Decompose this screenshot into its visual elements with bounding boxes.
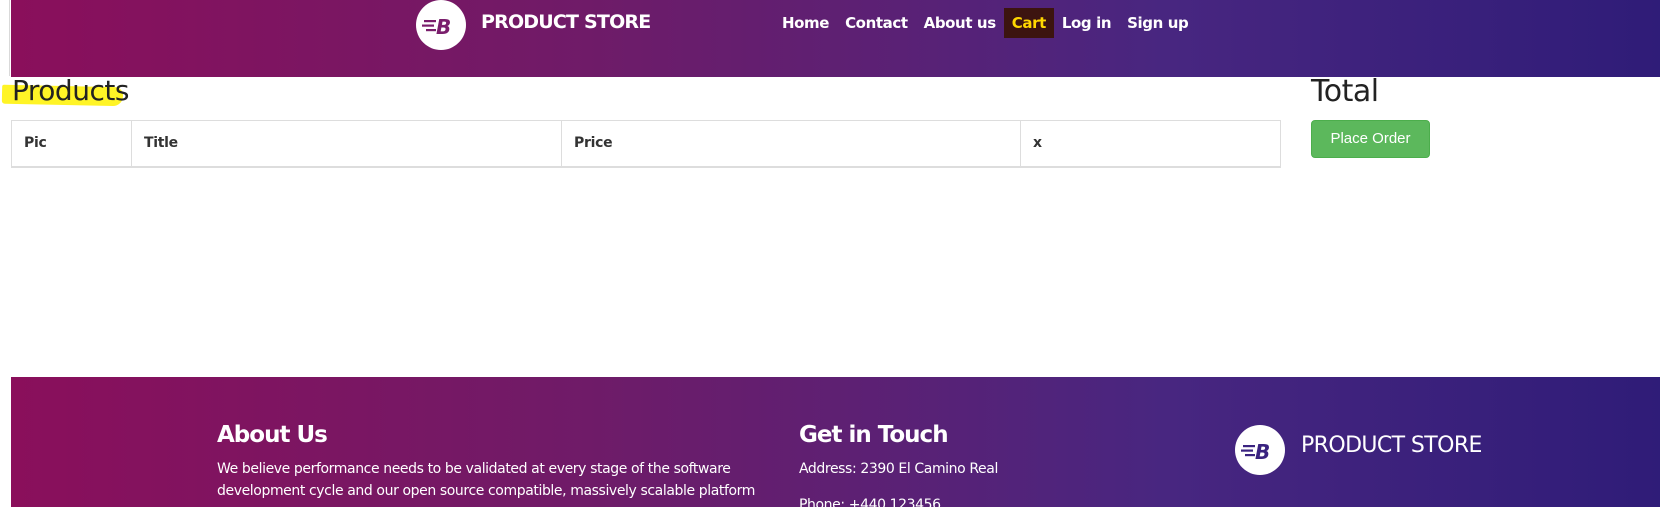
- footer-about-line2: development cycle and our open source co…: [217, 483, 756, 499]
- cart-table: Pic Title Price x: [11, 120, 1281, 168]
- nav-home[interactable]: Home: [774, 8, 837, 38]
- place-order-button[interactable]: Place Order: [1311, 120, 1430, 158]
- speed-lines-b-icon: B: [1241, 440, 1270, 464]
- gutter-divider: [9, 0, 10, 76]
- svg-text:B: B: [436, 15, 451, 39]
- products-heading: Products: [12, 74, 129, 107]
- column-header-pic: Pic: [24, 135, 47, 152]
- column-header-title: Title: [131, 120, 562, 167]
- footer-about-title: About Us: [217, 422, 328, 448]
- footer-about-line1: We believe performance needs to be valid…: [217, 461, 731, 477]
- brand-logo-icon[interactable]: B: [416, 0, 466, 50]
- brand-name[interactable]: PRODUCT STORE: [481, 11, 651, 33]
- nav-sign-up[interactable]: Sign up: [1119, 8, 1196, 38]
- left-gutter: [0, 0, 11, 507]
- main-nav: Home Contact About us Cart Log in Sign u…: [774, 8, 1196, 38]
- footer-logo-icon: B: [1235, 425, 1285, 475]
- footer-phone: Phone: +440 123456: [799, 497, 941, 513]
- nav-log-in[interactable]: Log in: [1054, 8, 1119, 38]
- column-header-price: Price: [561, 120, 1021, 167]
- total-heading: Total: [1311, 74, 1379, 109]
- footer: About Us We believe performance needs to…: [11, 377, 1660, 513]
- nav-cart[interactable]: Cart: [1003, 8, 1054, 38]
- nav-about-us[interactable]: About us: [916, 8, 1004, 38]
- table-header-row: Pic Title Price x: [12, 120, 1281, 167]
- footer-brand-name: PRODUCT STORE: [1301, 433, 1482, 458]
- speed-lines-b-icon: B: [422, 15, 451, 39]
- column-header-delete: x: [1020, 120, 1281, 167]
- svg-text:B: B: [1255, 440, 1270, 464]
- top-navbar: B PRODUCT STORE Home Contact About us Ca…: [11, 0, 1660, 77]
- footer-contact-title: Get in Touch: [799, 422, 949, 448]
- footer-address: Address: 2390 El Camino Real: [799, 461, 998, 477]
- nav-contact[interactable]: Contact: [837, 8, 916, 38]
